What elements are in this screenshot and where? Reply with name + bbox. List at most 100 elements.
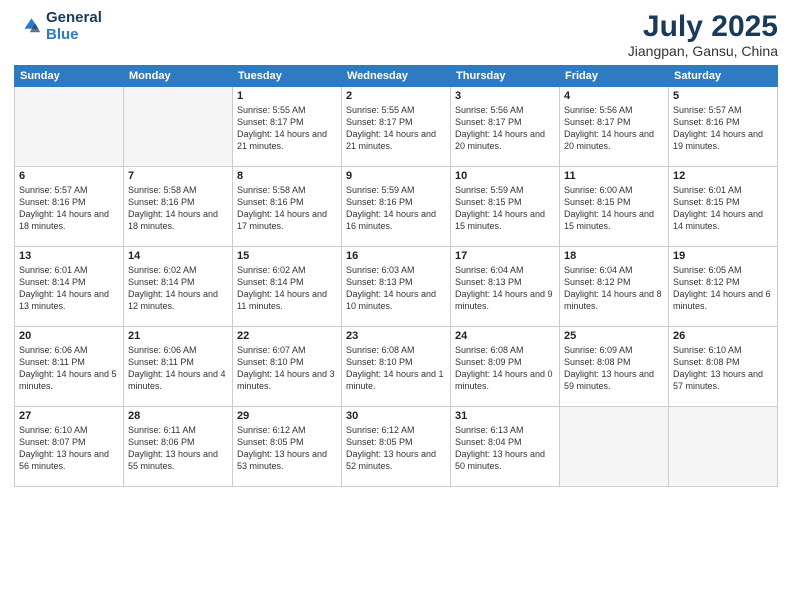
cell-info: Sunrise: 6:08 AM Sunset: 8:10 PM Dayligh… — [346, 344, 446, 393]
weekday-header-wednesday: Wednesday — [342, 66, 451, 87]
calendar-cell: 17Sunrise: 6:04 AM Sunset: 8:13 PM Dayli… — [451, 247, 560, 327]
cell-info: Sunrise: 5:55 AM Sunset: 8:17 PM Dayligh… — [237, 104, 337, 153]
logo-icon — [14, 13, 42, 41]
cell-info: Sunrise: 6:12 AM Sunset: 8:05 PM Dayligh… — [237, 424, 337, 473]
cell-info: Sunrise: 6:03 AM Sunset: 8:13 PM Dayligh… — [346, 264, 446, 313]
cell-info: Sunrise: 6:09 AM Sunset: 8:08 PM Dayligh… — [564, 344, 664, 393]
cell-info: Sunrise: 6:01 AM Sunset: 8:15 PM Dayligh… — [673, 184, 773, 233]
header: General Blue July 2025 Jiangpan, Gansu, … — [14, 10, 778, 59]
cell-info: Sunrise: 6:04 AM Sunset: 8:12 PM Dayligh… — [564, 264, 664, 313]
day-number: 15 — [237, 250, 337, 262]
calendar-cell: 15 Sunrise: 6:02 AM Sunset: 8:14 PM Dayli… — [233, 247, 342, 327]
cell-info: Sunrise: 6:06 AM Sunset: 8:11 PM Dayligh… — [128, 344, 228, 393]
cell-info: Sunrise: 6:13 AM Sunset: 8:04 PM Dayligh… — [455, 424, 555, 473]
month-year: July 2025 — [628, 10, 778, 43]
day-number: 11 — [564, 170, 664, 182]
week-row-2: 6 Sunrise: 5:57 AM Sunset: 8:16 PM Daylig… — [15, 167, 778, 247]
cell-info: Sunrise: 6:06 AM Sunset: 8:11 PM Dayligh… — [19, 344, 119, 393]
day-number: 7 — [128, 170, 228, 182]
day-number: 2 — [346, 90, 446, 102]
week-row-3: 13 Sunrise: 6:01 AM Sunset: 8:14 PM Dayli… — [15, 247, 778, 327]
cell-info: Sunrise: 5:56 AM Sunset: 8:17 PM Dayligh… — [564, 104, 664, 153]
cell-info: Sunrise: 6:05 AM Sunset: 8:12 PM Dayligh… — [673, 264, 773, 313]
day-number: 21 — [128, 330, 228, 342]
calendar-cell: 6 Sunrise: 5:57 AM Sunset: 8:16 PM Daylig… — [15, 167, 124, 247]
calendar-cell: 31 Sunrise: 6:13 AM Sunset: 8:04 PM Dayli… — [451, 407, 560, 487]
calendar-cell: 9Sunrise: 5:59 AM Sunset: 8:16 PM Daylig… — [342, 167, 451, 247]
cell-info: Sunrise: 5:59 AM Sunset: 8:15 PM Dayligh… — [455, 184, 555, 233]
day-number: 30 — [346, 410, 446, 422]
calendar-cell: 13 Sunrise: 6:01 AM Sunset: 8:14 PM Dayli… — [15, 247, 124, 327]
weekday-header-row: SundayMondayTuesdayWednesdayThursdayFrid… — [15, 66, 778, 87]
calendar-cell: 4Sunrise: 5:56 AM Sunset: 8:17 PM Daylig… — [560, 87, 669, 167]
weekday-header-tuesday: Tuesday — [233, 66, 342, 87]
weekday-header-friday: Friday — [560, 66, 669, 87]
cell-info: Sunrise: 6:02 AM Sunset: 8:14 PM Dayligh… — [128, 264, 228, 313]
cell-info: Sunrise: 5:57 AM Sunset: 8:16 PM Dayligh… — [19, 184, 119, 233]
weekday-header-monday: Monday — [124, 66, 233, 87]
calendar-cell: 8Sunrise: 5:58 AM Sunset: 8:16 PM Daylig… — [233, 167, 342, 247]
day-number: 3 — [455, 90, 555, 102]
day-number: 10 — [455, 170, 555, 182]
day-number: 16 — [346, 250, 446, 262]
day-number: 23 — [346, 330, 446, 342]
calendar-cell: 21 Sunrise: 6:06 AM Sunset: 8:11 PM Dayli… — [124, 327, 233, 407]
calendar-cell: 2 Sunrise: 5:55 AM Sunset: 8:17 PM Daylig… — [342, 87, 451, 167]
calendar-cell: 14 Sunrise: 6:02 AM Sunset: 8:14 PM Dayli… — [124, 247, 233, 327]
calendar-cell: 1Sunrise: 5:55 AM Sunset: 8:17 PM Daylig… — [233, 87, 342, 167]
week-row-5: 27 Sunrise: 6:10 AM Sunset: 8:07 PM Dayli… — [15, 407, 778, 487]
calendar-cell: 11Sunrise: 6:00 AM Sunset: 8:15 PM Dayli… — [560, 167, 669, 247]
day-number: 22 — [237, 330, 337, 342]
weekday-header-thursday: Thursday — [451, 66, 560, 87]
day-number: 19 — [673, 250, 773, 262]
calendar-cell: 26 Sunrise: 6:10 AM Sunset: 8:08 PM Dayli… — [669, 327, 778, 407]
day-number: 24 — [455, 330, 555, 342]
calendar-cell: 20Sunrise: 6:06 AM Sunset: 8:11 PM Dayli… — [15, 327, 124, 407]
cell-info: Sunrise: 6:02 AM Sunset: 8:14 PM Dayligh… — [237, 264, 337, 313]
calendar-cell — [124, 87, 233, 167]
calendar-cell: 23 Sunrise: 6:08 AM Sunset: 8:10 PM Dayli… — [342, 327, 451, 407]
cell-info: Sunrise: 6:10 AM Sunset: 8:08 PM Dayligh… — [673, 344, 773, 393]
cell-info: Sunrise: 6:01 AM Sunset: 8:14 PM Dayligh… — [19, 264, 119, 313]
day-number: 6 — [19, 170, 119, 182]
weekday-header-saturday: Saturday — [669, 66, 778, 87]
page: General Blue July 2025 Jiangpan, Gansu, … — [0, 0, 792, 612]
week-row-1: 1Sunrise: 5:55 AM Sunset: 8:17 PM Daylig… — [15, 87, 778, 167]
day-number: 12 — [673, 170, 773, 182]
day-number: 14 — [128, 250, 228, 262]
logo-general-text: General — [46, 9, 102, 26]
cell-info: Sunrise: 6:08 AM Sunset: 8:09 PM Dayligh… — [455, 344, 555, 393]
logo-blue-text: Blue — [46, 26, 79, 43]
calendar-cell: 30 Sunrise: 6:12 AM Sunset: 8:05 PM Dayli… — [342, 407, 451, 487]
calendar-cell: 25 Sunrise: 6:09 AM Sunset: 8:08 PM Dayli… — [560, 327, 669, 407]
calendar-cell: 19 Sunrise: 6:05 AM Sunset: 8:12 PM Dayli… — [669, 247, 778, 327]
day-number: 13 — [19, 250, 119, 262]
logo: General Blue — [14, 10, 102, 43]
cell-info: Sunrise: 5:58 AM Sunset: 8:16 PM Dayligh… — [128, 184, 228, 233]
calendar-cell: 18Sunrise: 6:04 AM Sunset: 8:12 PM Dayli… — [560, 247, 669, 327]
day-number: 26 — [673, 330, 773, 342]
cell-info: Sunrise: 6:10 AM Sunset: 8:07 PM Dayligh… — [19, 424, 119, 473]
calendar-cell: 7 Sunrise: 5:58 AM Sunset: 8:16 PM Daylig… — [124, 167, 233, 247]
location: Jiangpan, Gansu, China — [628, 43, 778, 59]
cell-info: Sunrise: 6:12 AM Sunset: 8:05 PM Dayligh… — [346, 424, 446, 473]
calendar-cell — [15, 87, 124, 167]
calendar-cell: 10 Sunrise: 5:59 AM Sunset: 8:15 PM Dayli… — [451, 167, 560, 247]
day-number: 25 — [564, 330, 664, 342]
calendar-cell: 27 Sunrise: 6:10 AM Sunset: 8:07 PM Dayli… — [15, 407, 124, 487]
day-number: 31 — [455, 410, 555, 422]
cell-info: Sunrise: 5:59 AM Sunset: 8:16 PM Dayligh… — [346, 184, 446, 233]
calendar-cell: 29Sunrise: 6:12 AM Sunset: 8:05 PM Dayli… — [233, 407, 342, 487]
day-number: 27 — [19, 410, 119, 422]
day-number: 28 — [128, 410, 228, 422]
calendar-cell: 22 Sunrise: 6:07 AM Sunset: 8:10 PM Dayli… — [233, 327, 342, 407]
cell-info: Sunrise: 5:55 AM Sunset: 8:17 PM Dayligh… — [346, 104, 446, 153]
calendar-cell: 16 Sunrise: 6:03 AM Sunset: 8:13 PM Dayli… — [342, 247, 451, 327]
calendar-table: SundayMondayTuesdayWednesdayThursdayFrid… — [14, 65, 778, 487]
cell-info: Sunrise: 6:07 AM Sunset: 8:10 PM Dayligh… — [237, 344, 337, 393]
cell-info: Sunrise: 5:56 AM Sunset: 8:17 PM Dayligh… — [455, 104, 555, 153]
week-row-4: 20Sunrise: 6:06 AM Sunset: 8:11 PM Dayli… — [15, 327, 778, 407]
weekday-header-sunday: Sunday — [15, 66, 124, 87]
calendar-cell — [669, 407, 778, 487]
calendar-cell: 28Sunrise: 6:11 AM Sunset: 8:06 PM Dayli… — [124, 407, 233, 487]
